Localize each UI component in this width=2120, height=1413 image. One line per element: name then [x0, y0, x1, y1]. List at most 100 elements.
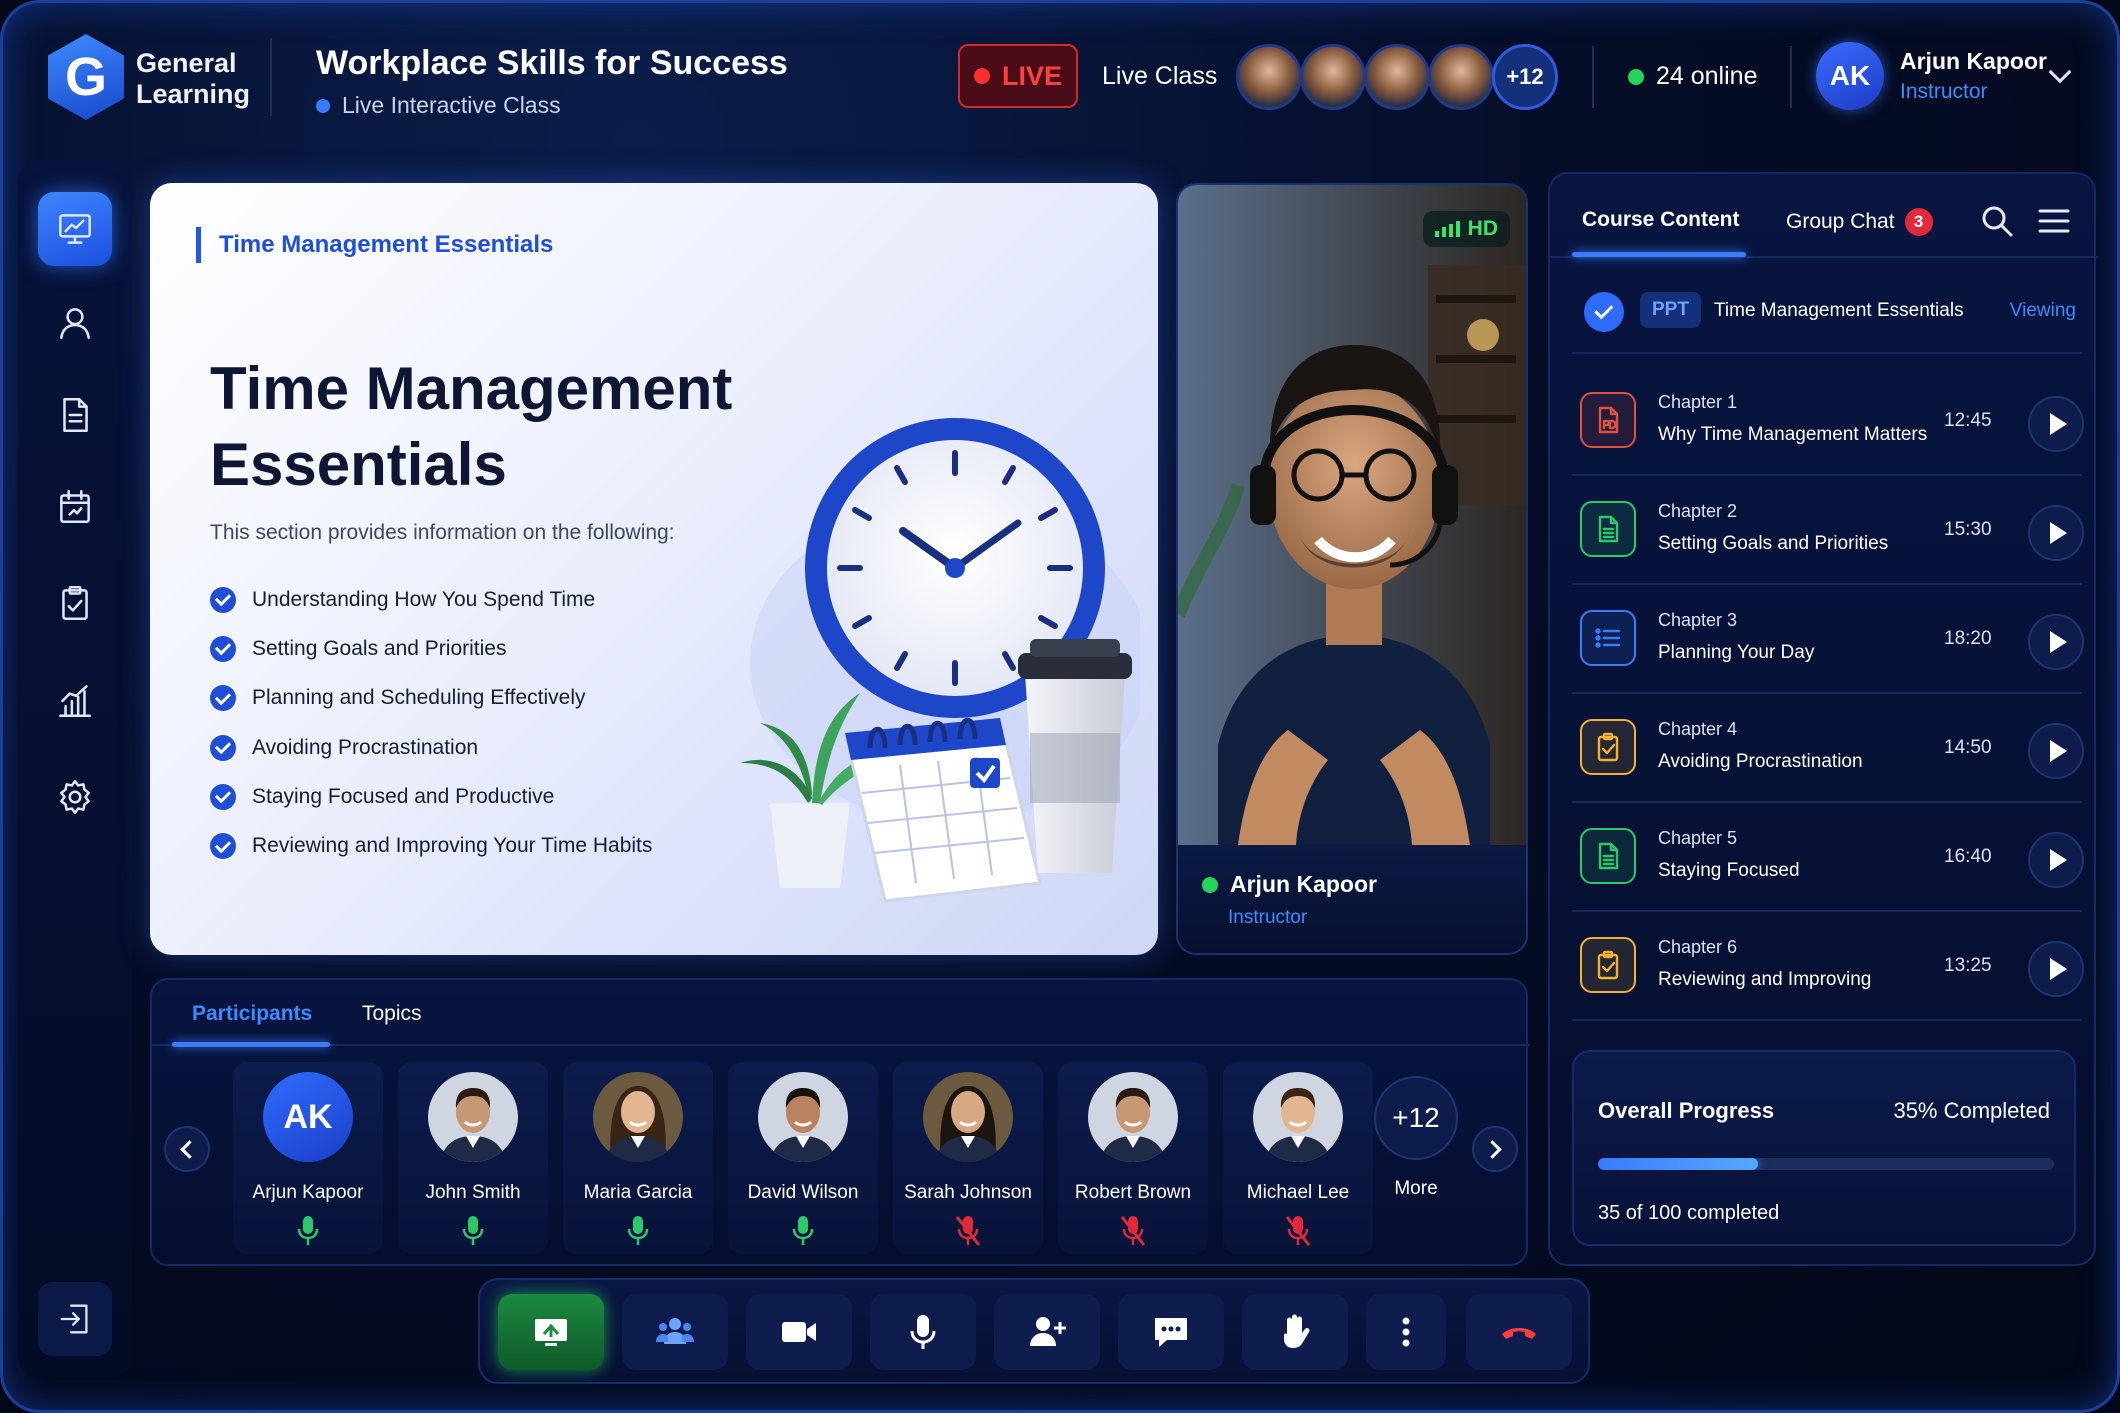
slide-tag: Time Management Essentials [196, 227, 553, 263]
more-viewers-badge[interactable]: +12 [1492, 44, 1558, 110]
participant-card[interactable]: AK Arjun Kapoor [233, 1062, 383, 1254]
progress-bar [1598, 1158, 2054, 1170]
more-participants-button[interactable]: +12 [1374, 1076, 1458, 1160]
viewer-avatars[interactable]: +12 [1236, 44, 1558, 110]
share-screen-button[interactable] [498, 1294, 604, 1370]
chat-button[interactable] [1118, 1294, 1224, 1370]
search-icon[interactable] [1980, 204, 2014, 238]
participants-tabs: Participants Topics [152, 980, 1530, 1047]
chapter-title: Setting Goals and Priorities [1658, 533, 1889, 554]
slide-intro: This section provides information on the… [210, 521, 675, 544]
microphone-icon [910, 1315, 936, 1349]
avatar [1253, 1072, 1343, 1162]
participant-card[interactable]: Robert Brown [1058, 1062, 1208, 1254]
tab-participants[interactable]: Participants [192, 1002, 312, 1026]
add-user-button[interactable] [994, 1294, 1100, 1370]
presentation-slide: Time Management Essentials Time Manageme… [150, 183, 1158, 955]
user-role: Instructor [1900, 80, 1988, 103]
chapter-row[interactable]: Chapter 1 Why Time Management Matters 12:4… [1572, 366, 2084, 476]
progress-count: 35 of 100 completed [1598, 1202, 1780, 1224]
exit-button[interactable] [38, 1282, 112, 1356]
sidebar-item-analytics[interactable] [38, 664, 112, 738]
current-material[interactable]: PPT Time Management Essentials Viewing [1572, 270, 2082, 354]
instructor-name-text: Arjun Kapoor [1230, 871, 1377, 897]
chapter-title: Staying Focused [1658, 860, 1800, 881]
instructor-video[interactable]: HD Arjun Kapoor Instructor [1176, 183, 1528, 955]
avatar [1236, 44, 1302, 110]
play-button[interactable] [2028, 723, 2084, 779]
app-window: G General Learning Workplace Skills for … [0, 0, 2120, 1413]
sidebar-item-settings[interactable] [38, 760, 112, 834]
chapter-row[interactable]: Chapter 6 Reviewing and Improving 13:25 [1572, 911, 2084, 1021]
sidebar-item-presentation[interactable] [38, 192, 112, 266]
play-button[interactable] [2028, 832, 2084, 888]
play-button[interactable] [2028, 614, 2084, 670]
camera-button[interactable] [746, 1294, 852, 1370]
chapter-row[interactable]: Chapter 2 Setting Goals and Priorities 15:… [1572, 475, 2084, 585]
microphone-icon [792, 1216, 814, 1245]
user-name[interactable]: Arjun Kapoor [1900, 48, 2047, 75]
hand-icon [1284, 1314, 1310, 1348]
tab-course-content[interactable]: Course Content [1582, 208, 1740, 232]
sidebar-item-documents[interactable] [38, 378, 112, 452]
instructor-video-feed [1178, 185, 1526, 845]
play-button[interactable] [2028, 505, 2084, 561]
more-options-button[interactable] [1366, 1294, 1446, 1370]
course-subtitle: Live Interactive Class [316, 92, 561, 119]
end-call-icon [1502, 1328, 1536, 1339]
point-text: Planning and Scheduling Effectively [252, 686, 586, 710]
end-call-button[interactable] [1466, 1294, 1572, 1370]
check-circle-icon [210, 635, 236, 662]
play-button[interactable] [2028, 941, 2084, 997]
sidebar [18, 160, 132, 1378]
avatar [758, 1072, 848, 1162]
quality-label: HD [1467, 217, 1498, 240]
microphone-icon [462, 1216, 484, 1245]
check-circle-icon [210, 586, 236, 613]
play-button[interactable] [2028, 396, 2084, 452]
raise-hand-button[interactable] [1242, 1294, 1348, 1370]
chapter-number: Chapter 1 [1658, 392, 1738, 412]
participant-card[interactable]: David Wilson [728, 1062, 878, 1254]
chapter-row[interactable]: Chapter 5 Staying Focused 16:40 [1572, 802, 2084, 912]
chapter-duration: 15:30 [1944, 519, 1992, 540]
avatar [428, 1072, 518, 1162]
course-title: Workplace Skills for Success [316, 44, 788, 82]
file-type-badge: PPT [1640, 292, 1701, 328]
clipboard-check-icon [62, 585, 88, 621]
tab-group-chat[interactable]: Group Chat 3 [1786, 208, 1933, 236]
course-panel: Course Content Group Chat 3 PPT Time Man… [1548, 172, 2098, 1266]
participant-card[interactable]: Sarah Johnson [893, 1062, 1043, 1254]
menu-icon[interactable] [2038, 206, 2070, 236]
participant-card[interactable]: Michael Lee [1223, 1062, 1373, 1254]
video-camera-icon [782, 1322, 816, 1342]
online-count-text: 24 online [1656, 62, 1758, 90]
online-dot-icon [1202, 876, 1218, 893]
sidebar-item-calendar[interactable] [38, 470, 112, 544]
list-item: Understanding How You Spend Time [210, 575, 652, 624]
participant-card[interactable]: Maria Garcia [563, 1062, 713, 1254]
list-item: Reviewing and Improving Your Time Habits [210, 821, 652, 870]
header-divider [1790, 46, 1792, 108]
chapter-row[interactable]: Chapter 4 Avoiding Procrastination 14:50 [1572, 693, 2084, 803]
tab-topics[interactable]: Topics [362, 1002, 422, 1026]
active-tab-indicator [172, 1042, 330, 1047]
chevron-down-icon[interactable] [2048, 60, 2072, 84]
scroll-right-button[interactable] [1472, 1126, 1518, 1172]
chapter-row[interactable]: Chapter 3 Planning Your Day 18:20 [1572, 584, 2084, 694]
more-vertical-icon [1402, 1317, 1410, 1347]
participant-name: John Smith [425, 1182, 521, 1203]
user-avatar[interactable]: AK [1816, 42, 1884, 110]
scroll-left-button[interactable] [164, 1126, 210, 1172]
sidebar-item-profile[interactable] [38, 286, 112, 360]
participant-card[interactable]: John Smith [398, 1062, 548, 1254]
sidebar-item-assignments[interactable] [38, 566, 112, 640]
clipboard-icon [1580, 937, 1636, 993]
header-divider [1592, 46, 1594, 108]
brand-line2: Learning [136, 79, 251, 109]
participants-button[interactable] [622, 1294, 728, 1370]
panel-tabs: Course Content Group Chat 3 [1550, 174, 2098, 258]
chapter-title: Reviewing and Improving [1658, 969, 1872, 990]
avatar [1088, 1072, 1178, 1162]
microphone-button[interactable] [870, 1294, 976, 1370]
